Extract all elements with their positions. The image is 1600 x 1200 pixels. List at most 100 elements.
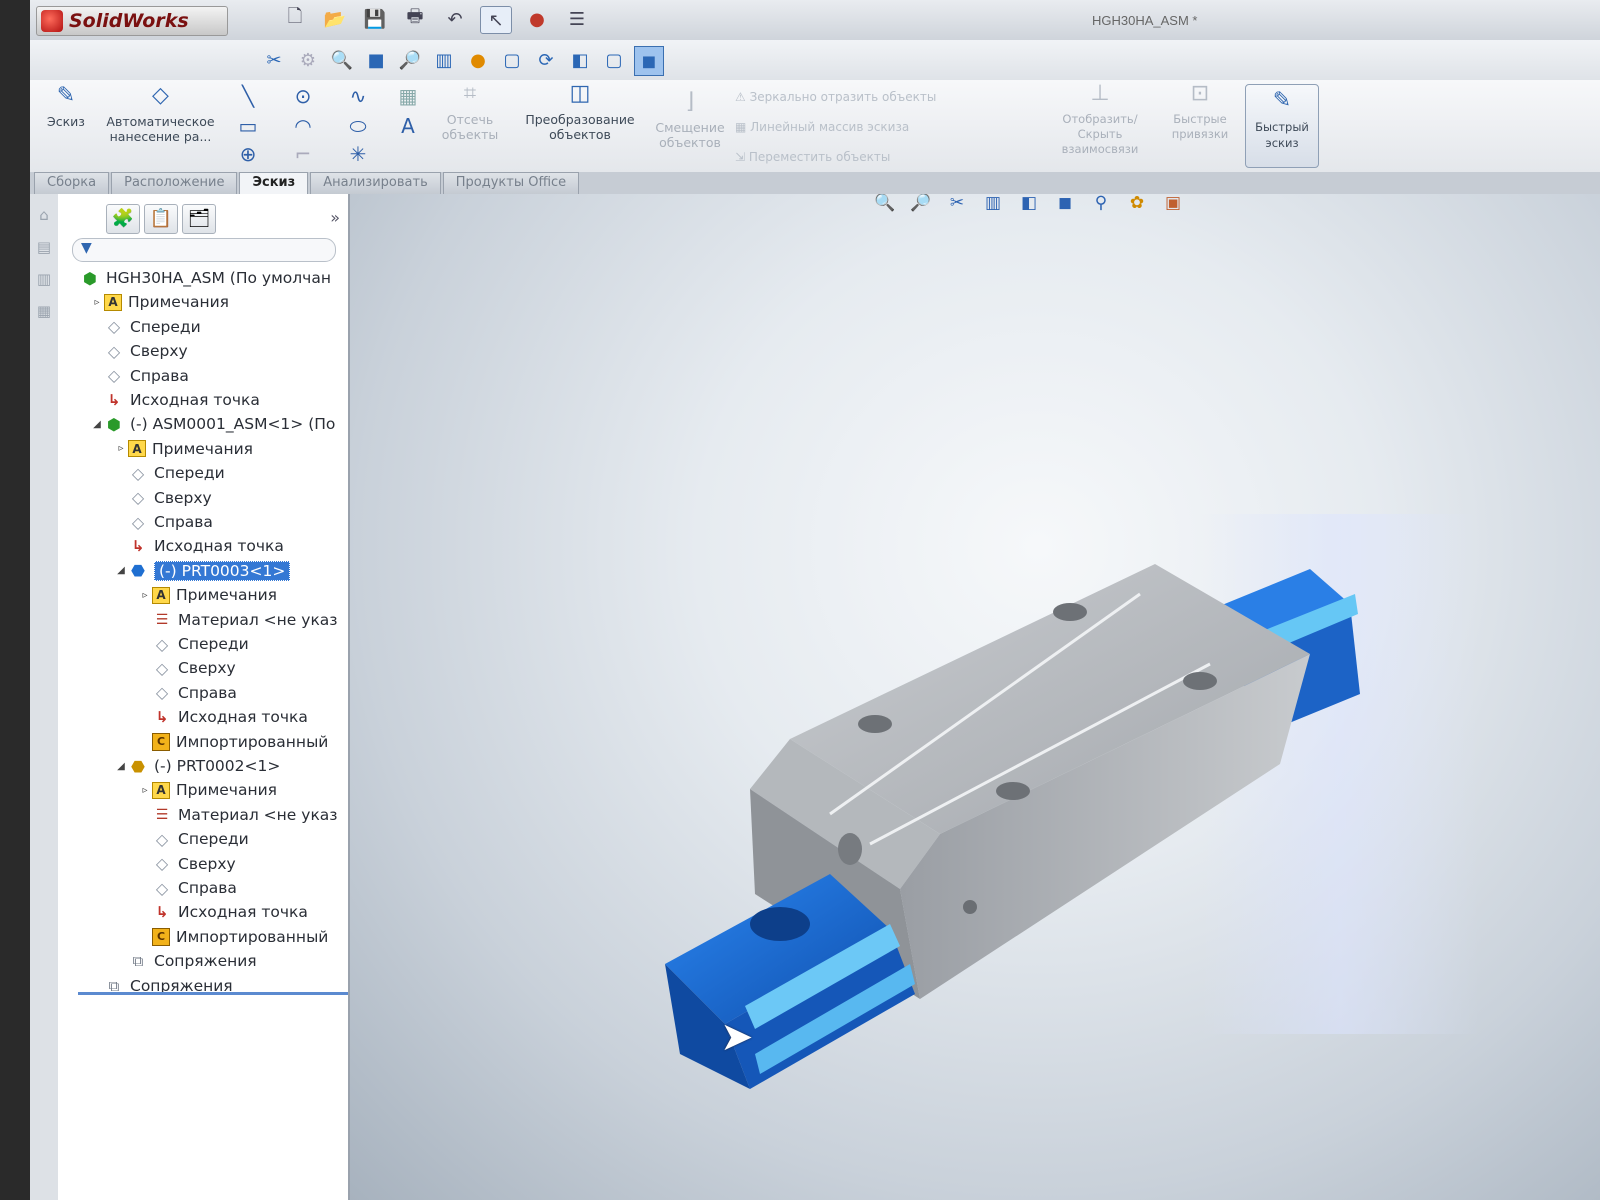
property-manager-tab-icon[interactable]: 📋 <box>144 204 178 234</box>
show-hide-relations-button[interactable]: ⊥ Отобразить/Скрыть взаимосвязи <box>1045 81 1155 157</box>
tree-node[interactable]: ◇ Сверху <box>58 339 380 363</box>
tree-node-label: Сверху <box>130 342 188 361</box>
zoom-area-icon[interactable]: 🔎 <box>396 46 424 74</box>
title-bar: SolidWorks 🗋 📂 💾 🖶 ↶ ↖ ● ☰ HGH30HA_ASM * <box>30 0 1600 41</box>
expand-arrow-icon[interactable]: ▹ <box>138 785 152 796</box>
origin-icon: ↳ <box>155 708 169 727</box>
tab-sketch[interactable]: Эскиз <box>239 172 309 196</box>
rollback-bar[interactable] <box>78 992 348 995</box>
arc-tool-icon[interactable]: ◠ <box>290 114 316 138</box>
plane-icon: ◇ <box>131 512 145 532</box>
snaps-icon: ⊡ <box>1190 81 1210 106</box>
design-library-icon[interactable]: ▤ <box>34 238 54 258</box>
shaded-icon[interactable]: ◧ <box>566 46 594 74</box>
expand-arrow-icon[interactable]: ◢ <box>90 419 104 430</box>
view-palette-icon[interactable]: ▦ <box>34 302 54 322</box>
line-tool-icon[interactable]: ╲ <box>235 84 261 108</box>
point-tool-icon[interactable]: ✳ <box>345 142 371 166</box>
tree-node[interactable]: ▹ A Примечания <box>58 290 380 314</box>
tree-filter[interactable]: ▼ <box>72 238 336 262</box>
section-view-icon[interactable]: ▥ <box>430 46 458 74</box>
hidden-lines-icon[interactable]: ▢ <box>600 46 628 74</box>
shaded-edges-icon[interactable]: ◼ <box>634 46 664 76</box>
feature-tree-tab-icon[interactable]: 🧩 <box>106 204 140 234</box>
tree-node-label: Сверху <box>154 488 212 507</box>
smart-mate-icon[interactable]: ✂ <box>260 46 288 74</box>
tree-node-label: Спереди <box>178 635 249 653</box>
rectangle-tool-icon[interactable]: ▭ <box>235 114 261 138</box>
tree-node[interactable]: ⬢ HGH30HA_ASM (По умолчан <box>58 266 356 290</box>
linear-guide-model <box>665 564 1360 1089</box>
tree-node[interactable]: ↳ Исходная точка <box>58 388 380 412</box>
tree-node[interactable]: ◇ Справа <box>58 364 380 388</box>
plane-icon: ◇ <box>155 634 169 654</box>
quick-snaps-button[interactable]: ⊡ Быстрые привязки <box>1165 81 1235 142</box>
tab-layout[interactable]: Расположение <box>111 172 238 194</box>
tree-node-label: Материал <не указ <box>178 805 338 824</box>
home-icon[interactable]: ⌂ <box>34 206 54 226</box>
new-document-icon[interactable]: 🗋 <box>280 6 310 32</box>
undo-icon[interactable]: ↶ <box>440 6 470 32</box>
tree-node-label: Спереди <box>154 464 225 483</box>
solidworks-logo[interactable]: SolidWorks <box>36 6 228 36</box>
select-cursor-icon[interactable]: ↖ <box>480 6 512 34</box>
solidworks-logo-icon <box>41 10 63 32</box>
rotate-view-icon[interactable]: ⟳ <box>532 46 560 74</box>
tree-node-label: Спереди <box>130 317 201 336</box>
expand-arrow-icon[interactable]: ◢ <box>114 565 128 576</box>
annotations-icon: A <box>104 293 122 311</box>
hide-show-icon[interactable]: ⚙ <box>294 46 322 74</box>
mirror-entities-button[interactable]: ⚠ Зеркально отразить объекты <box>735 90 936 104</box>
rebuild-icon[interactable]: ● <box>522 6 552 32</box>
tree-node-label: Исходная точка <box>178 903 308 922</box>
print-icon[interactable]: 🖶 <box>400 6 430 32</box>
wireframe-icon[interactable]: ▢ <box>498 46 526 74</box>
command-manager: ✎ Эскиз ◇ Автоматическое нанесение ра...… <box>30 80 1600 173</box>
grid-tool-icon[interactable]: ▦ <box>395 84 421 108</box>
graphics-area[interactable]: 🔍 🔎 ✂ ▥ ◧ ◼ ⚲ ✿ ▣ ➤ <box>350 194 1600 1200</box>
text-tool-icon[interactable]: A <box>395 114 421 138</box>
ellipse-tool-icon[interactable]: ⬭ <box>345 114 371 138</box>
offset-entities-icon: ⌋ <box>685 89 695 114</box>
expand-arrow-icon[interactable]: ▹ <box>114 443 128 454</box>
offset-entities-button[interactable]: ⌋ Смещение объектов <box>655 89 725 151</box>
file-explorer-icon[interactable]: ▥ <box>34 270 54 290</box>
open-folder-icon[interactable]: 📂 <box>320 6 350 32</box>
expand-arrow-icon[interactable]: ◢ <box>114 761 128 772</box>
tab-office-products[interactable]: Продукты Office <box>442 172 580 194</box>
standard-views-icon[interactable]: ■ <box>362 46 390 74</box>
tree-node-label: Исходная точка <box>130 391 260 409</box>
tree-node[interactable]: ◢ ⬢ (-) ASM0001_ASM<1> (По <box>58 412 380 436</box>
annotations-icon: A <box>152 586 170 604</box>
tree-node[interactable]: ◇ Спереди <box>58 315 380 339</box>
linear-pattern-button[interactable]: ▦ Линейный массив эскиза <box>735 120 909 134</box>
move-entities-button[interactable]: ⇲ Переместить объекты <box>735 150 890 164</box>
tree-node-label: Сопряжения <box>154 952 257 971</box>
circle-tool-icon[interactable]: ⊙ <box>290 84 316 108</box>
expand-arrow-icon[interactable]: ▹ <box>138 590 152 601</box>
options-icon[interactable]: ☰ <box>562 6 592 32</box>
rapid-sketch-button[interactable]: ✎ Быстрый эскиз <box>1245 84 1319 168</box>
convert-entities-button[interactable]: ◫ Преобразование объектов <box>515 83 645 143</box>
appearance-icon[interactable]: ● <box>464 46 492 74</box>
tree-node-label: Примечания <box>176 586 277 605</box>
configuration-manager-tab-icon[interactable]: 🗂 <box>182 204 216 234</box>
tree-node-label: Исходная точка <box>178 708 308 727</box>
fillet-tool-icon[interactable]: ⌐ <box>290 142 316 166</box>
material-icon: ☰ <box>155 806 169 823</box>
expand-arrow-icon[interactable]: ▹ <box>90 297 104 308</box>
imported-icon: C <box>152 732 170 751</box>
tab-evaluate[interactable]: Анализировать <box>310 172 441 194</box>
save-icon[interactable]: 💾 <box>360 6 390 32</box>
sketch-button[interactable]: ✎ Эскиз <box>36 85 96 130</box>
relations-icon: ⊥ <box>1090 81 1110 106</box>
plane-icon: ◇ <box>155 683 169 703</box>
polygon-tool-icon[interactable]: ⊕ <box>235 142 261 166</box>
trim-button[interactable]: ⌗ Отсечь объекты <box>440 83 500 143</box>
spline-tool-icon[interactable]: ∿ <box>345 84 371 108</box>
part-icon: ⬣ <box>131 561 145 581</box>
auto-dimension-button[interactable]: ◇ Автоматическое нанесение ра... <box>98 85 223 145</box>
zoom-fit-icon[interactable]: 🔍 <box>328 46 356 74</box>
tab-assembly[interactable]: Сборка <box>34 172 110 194</box>
expand-panel-icon[interactable]: » <box>330 208 340 227</box>
